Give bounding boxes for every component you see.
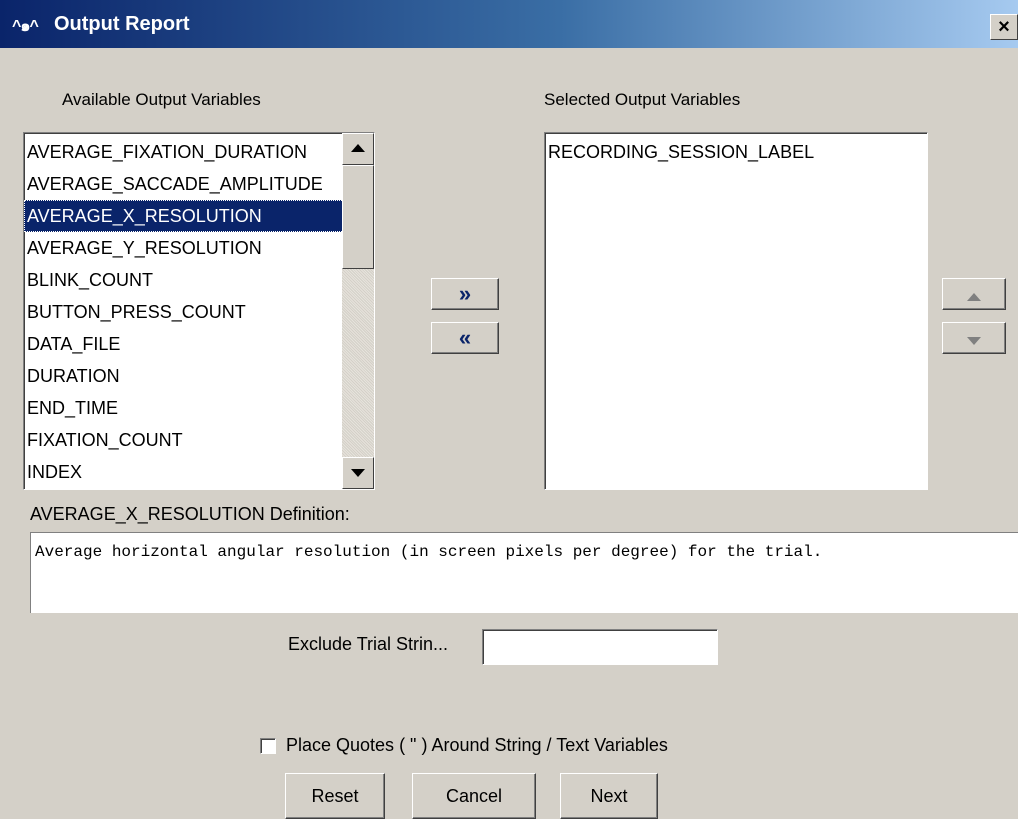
- app-icon: ^๑^: [12, 18, 39, 35]
- available-variables-list[interactable]: AVERAGE_FIXATION_DURATION AVERAGE_SACCADE…: [23, 132, 375, 490]
- scroll-up-button[interactable]: [342, 133, 374, 165]
- window-title: Output Report: [54, 13, 190, 35]
- scrollbar-thumb[interactable]: [342, 165, 374, 269]
- scroll-down-icon: [351, 469, 365, 477]
- exclude-trial-input[interactable]: [482, 629, 718, 665]
- cancel-button[interactable]: Cancel: [412, 773, 536, 819]
- list-item[interactable]: BUTTON_PRESS_COUNT: [24, 296, 374, 328]
- list-item[interactable]: AVERAGE_X_RESOLUTION: [24, 200, 374, 232]
- reset-button[interactable]: Reset: [285, 773, 385, 819]
- list-item[interactable]: AVERAGE_Y_RESOLUTION: [24, 232, 374, 264]
- available-list-scrollbar[interactable]: [342, 133, 374, 489]
- definition-label: AVERAGE_X_RESOLUTION Definition:: [30, 504, 350, 524]
- list-item[interactable]: AVERAGE_SACCADE_AMPLITUDE: [24, 168, 374, 200]
- move-down-button[interactable]: [942, 322, 1006, 354]
- close-button[interactable]: ×: [990, 14, 1018, 40]
- scroll-up-icon: [351, 144, 365, 152]
- available-variables-label: Available Output Variables: [62, 90, 261, 109]
- move-up-button[interactable]: [942, 278, 1006, 310]
- list-item[interactable]: BLINK_COUNT: [24, 264, 374, 296]
- title-bar: ^๑^ Output Report ×: [0, 0, 1018, 48]
- definition-text-area[interactable]: Average horizontal angular resolution (i…: [30, 532, 1018, 613]
- add-variable-button[interactable]: »: [431, 278, 499, 310]
- move-down-icon: [967, 337, 981, 345]
- scroll-down-button[interactable]: [342, 457, 374, 489]
- list-item[interactable]: DURATION: [24, 360, 374, 392]
- next-button[interactable]: Next: [560, 773, 658, 819]
- place-quotes-checkbox[interactable]: [260, 738, 276, 754]
- remove-variable-button[interactable]: «: [431, 322, 499, 354]
- list-item[interactable]: END_TIME: [24, 392, 374, 424]
- list-item[interactable]: INDEX: [24, 456, 374, 488]
- selected-variables-label: Selected Output Variables: [544, 90, 741, 109]
- list-item[interactable]: RECORDING_SESSION_LABEL: [545, 136, 927, 168]
- list-item[interactable]: AVERAGE_FIXATION_DURATION: [24, 136, 374, 168]
- list-item[interactable]: DATA_FILE: [24, 328, 374, 360]
- exclude-trial-label: Exclude Trial Strin...: [288, 634, 449, 654]
- selected-variables-list[interactable]: RECORDING_SESSION_LABEL: [544, 132, 928, 490]
- place-quotes-label: Place Quotes ( " ) Around String / Text …: [286, 735, 668, 755]
- move-up-icon: [967, 293, 981, 301]
- definition-text: Average horizontal angular resolution (i…: [35, 543, 823, 561]
- list-item[interactable]: FIXATION_COUNT: [24, 424, 374, 456]
